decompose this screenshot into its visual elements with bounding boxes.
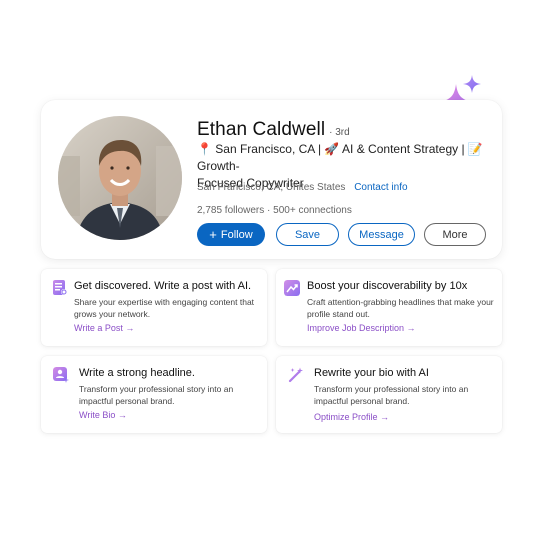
tip-description-line: Craft attention-grabbing headlines that … bbox=[307, 297, 494, 307]
save-button[interactable]: Save bbox=[276, 223, 339, 246]
follow-label: Follow bbox=[220, 228, 253, 241]
more-button[interactable]: More bbox=[424, 223, 486, 246]
tip-description-line: profile stand out. bbox=[307, 309, 370, 319]
profile-name: Ethan Caldwell bbox=[197, 119, 326, 140]
tip-description-line: impactful personal brand. bbox=[314, 396, 410, 406]
location-row: San Francisco, CA, Unites States Contact… bbox=[197, 182, 408, 193]
connection-degree: · 3rd bbox=[329, 127, 350, 138]
tip-title: Boost your discoverability by 10x bbox=[307, 280, 468, 292]
tip-description-line: Share your expertise with engaging conte… bbox=[74, 297, 255, 307]
profile-photo bbox=[58, 116, 182, 240]
profile-card: Ethan Caldwell · 3rd 📍 San Francisco, CA… bbox=[41, 100, 502, 259]
profile-location: San Francisco, CA, Unites States bbox=[197, 182, 346, 193]
profile-stats: 2,785 followers · 500+ connections bbox=[197, 205, 352, 216]
person-sparkle-icon bbox=[53, 367, 69, 383]
trend-chart-icon bbox=[284, 280, 300, 296]
message-button[interactable]: Message bbox=[348, 223, 415, 246]
write-bio-link[interactable]: Write Bio → bbox=[79, 410, 127, 420]
document-icon bbox=[53, 280, 67, 295]
plus-icon: + bbox=[209, 227, 217, 242]
tip-title: Rewrite your bio with AI bbox=[314, 367, 429, 379]
write-post-link[interactable]: Write a Post → bbox=[74, 323, 134, 333]
tip-description-line: Transform your professional story into a… bbox=[79, 384, 234, 394]
magic-wand-icon bbox=[288, 367, 303, 383]
tip-description: Share your expertise with engaging conte… bbox=[74, 296, 254, 320]
tip-card-rewrite-bio: Rewrite your bio with AI Transform your … bbox=[276, 356, 502, 433]
tip-card-write-post: Get discovered. Write a post with AI. Sh… bbox=[41, 269, 267, 346]
profile-actions: + Follow Save Message More bbox=[197, 223, 486, 246]
tip-description: Craft attention-grabbing headlines that … bbox=[307, 296, 494, 320]
tip-description: Transform your professional story into a… bbox=[314, 383, 468, 407]
avatar[interactable] bbox=[58, 116, 182, 240]
tip-description-line: grows your network. bbox=[74, 309, 151, 319]
sparkle-icon bbox=[463, 75, 481, 93]
follow-button[interactable]: + Follow bbox=[197, 223, 265, 246]
tip-card-strong-headline: Write a strong headline. Transform your … bbox=[41, 356, 267, 433]
tip-description: Transform your professional story into a… bbox=[79, 383, 233, 407]
tip-card-boost-discoverability: Boost your discoverability by 10x Craft … bbox=[276, 269, 502, 346]
tip-description-line: impactful personal brand. bbox=[79, 396, 175, 406]
tip-title: Write a strong headline. bbox=[79, 367, 195, 379]
headline-line: 📍 San Francisco, CA | 🚀 AI & Content Str… bbox=[197, 142, 483, 173]
tip-description-line: Transform your professional story into a… bbox=[314, 384, 469, 394]
tip-title: Get discovered. Write a post with AI. bbox=[74, 280, 252, 292]
improve-job-description-link[interactable]: Improve Job Description → bbox=[307, 323, 416, 333]
optimize-profile-link[interactable]: Optimize Profile → bbox=[314, 412, 389, 422]
contact-info-link[interactable]: Contact info bbox=[354, 182, 407, 193]
